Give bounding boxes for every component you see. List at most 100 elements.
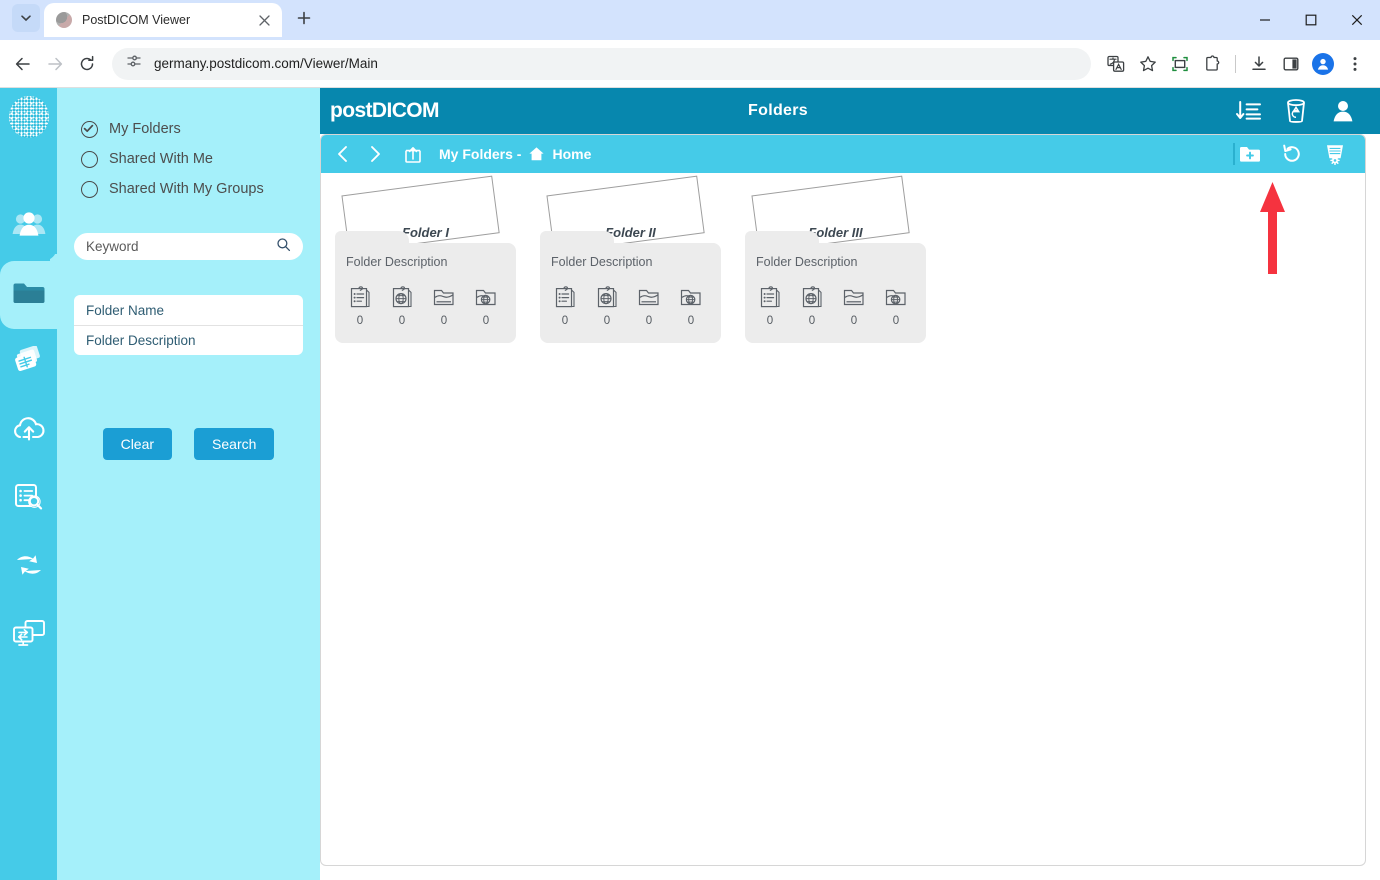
bookmark-star-icon[interactable]	[1133, 49, 1163, 79]
keyword-search-input[interactable]: Keyword	[74, 233, 303, 260]
recycle-bin-icon[interactable]	[1284, 98, 1308, 124]
clipboard-globe-icon	[391, 285, 413, 314]
count-studies[interactable]: 0	[798, 285, 826, 327]
count-value: 0	[645, 315, 653, 327]
folder-open-icon	[637, 285, 661, 314]
breadcrumb-root[interactable]: My Folders -	[439, 146, 521, 162]
header-action-icons	[1236, 98, 1380, 124]
translate-icon[interactable]	[1101, 49, 1131, 79]
radio-label: Shared With Me	[109, 151, 213, 167]
count-patients[interactable]: 0	[346, 285, 374, 327]
tab-strip: PostDICOM Viewer	[6, 0, 318, 40]
side-panel-icon[interactable]	[1276, 49, 1306, 79]
folder-description-input[interactable]: Folder Description	[74, 325, 303, 355]
count-value: 0	[766, 315, 774, 327]
site-settings-icon[interactable]	[126, 53, 142, 74]
browser-toolbar: germany.postdicom.com/Viewer/Main	[0, 40, 1380, 88]
user-account-icon[interactable]	[1330, 98, 1356, 124]
breadcrumb-current[interactable]: Home	[552, 146, 591, 162]
count-shared[interactable]: 0	[472, 285, 500, 327]
chevron-right-icon[interactable]	[367, 144, 383, 164]
count-series[interactable]: 0	[840, 285, 868, 327]
count-value: 0	[687, 315, 695, 327]
count-value: 0	[398, 315, 406, 327]
refresh-icon[interactable]	[1281, 143, 1303, 165]
search-button[interactable]: Search	[194, 428, 275, 460]
count-value: 0	[561, 315, 569, 327]
sidebar-item-worklist-search[interactable]	[0, 465, 57, 533]
folder-front: Folder Description 0 0 0 0	[745, 231, 926, 343]
list-settings-icon[interactable]	[1323, 143, 1347, 165]
address-bar[interactable]: germany.postdicom.com/Viewer/Main	[112, 47, 1091, 80]
minimize-button[interactable]	[1242, 0, 1288, 40]
left-icon-rail	[0, 88, 57, 880]
postdicom-logo-icon	[8, 95, 49, 138]
back-button[interactable]	[8, 49, 38, 79]
count-shared[interactable]: 0	[882, 285, 910, 327]
chevron-left-icon[interactable]	[335, 144, 351, 164]
folder-open-icon	[432, 285, 456, 314]
folder-name-input[interactable]: Folder Name	[74, 295, 303, 325]
sidebar-item-folders[interactable]	[0, 247, 57, 329]
close-tab-icon[interactable]	[254, 10, 274, 30]
browser-tab[interactable]: PostDICOM Viewer	[44, 3, 282, 37]
new-tab-button[interactable]	[290, 4, 318, 32]
sidebar-item-upload[interactable]	[0, 397, 57, 465]
upload-box-icon[interactable]	[403, 144, 423, 164]
folder-card[interactable]: Folder III Folder Description 0 0 0 0	[745, 175, 926, 343]
sidebar-item-studies[interactable]	[0, 329, 57, 397]
forward-button[interactable]	[40, 49, 70, 79]
count-shared[interactable]: 0	[677, 285, 705, 327]
folder-globe-icon	[474, 285, 498, 314]
download-icon[interactable]	[1244, 49, 1274, 79]
sort-list-icon[interactable]	[1236, 99, 1262, 123]
reload-button[interactable]	[72, 49, 102, 79]
sidebar-item-screen-share[interactable]	[0, 601, 57, 669]
toolbar-separator	[1233, 143, 1235, 165]
clipboard-list-icon	[349, 285, 371, 314]
address-bar-url: germany.postdicom.com/Viewer/Main	[154, 56, 378, 71]
count-value: 0	[603, 315, 611, 327]
clear-button[interactable]: Clear	[102, 428, 173, 460]
list-search-icon	[13, 482, 45, 517]
folder-card[interactable]: Folder I Folder Description 0 0 0 0	[335, 175, 516, 343]
count-studies[interactable]: 0	[388, 285, 416, 327]
screen-share-icon	[12, 618, 46, 653]
profile-icon[interactable]	[1308, 49, 1338, 79]
sidebar-item-transfer[interactable]	[0, 533, 57, 601]
folder-counts: 0 0 0 0	[551, 285, 705, 327]
folder-globe-icon	[679, 285, 703, 314]
count-value: 0	[850, 315, 858, 327]
maximize-button[interactable]	[1288, 0, 1334, 40]
clipboard-list-icon	[554, 285, 576, 314]
count-value: 0	[356, 315, 364, 327]
screen-capture-icon[interactable]	[1165, 49, 1195, 79]
radio-my-folders[interactable]: My Folders	[81, 114, 320, 144]
search-icon[interactable]	[276, 237, 291, 257]
folder-globe-icon	[884, 285, 908, 314]
radio-shared-with-my-groups[interactable]: Shared With My Groups	[81, 174, 320, 204]
count-patients[interactable]: 0	[756, 285, 784, 327]
radio-shared-with-me[interactable]: Shared With Me	[81, 144, 320, 174]
count-series[interactable]: 0	[430, 285, 458, 327]
cloud-upload-icon	[12, 415, 46, 448]
count-patients[interactable]: 0	[551, 285, 579, 327]
close-window-button[interactable]	[1334, 0, 1380, 40]
radio-checked-icon	[81, 120, 98, 138]
clipboard-globe-icon	[596, 285, 618, 314]
folder-front: Folder Description 0 0 0 0	[335, 231, 516, 343]
clipboard-globe-icon	[801, 285, 823, 314]
count-series[interactable]: 0	[635, 285, 663, 327]
chrome-menu-icon[interactable]	[1340, 49, 1370, 79]
breadcrumb: My Folders - Home	[439, 146, 591, 162]
radio-label: My Folders	[109, 121, 181, 137]
browser-title-bar: PostDICOM Viewer	[0, 0, 1380, 40]
folder-grid: Folder I Folder Description 0 0 0 0 Fold…	[321, 173, 1365, 865]
tab-search-button[interactable]	[12, 3, 40, 32]
extensions-icon[interactable]	[1197, 49, 1227, 79]
add-folder-button[interactable]	[1239, 144, 1261, 164]
folder-card[interactable]: Folder II Folder Description 0 0 0 0	[540, 175, 721, 343]
home-icon	[528, 146, 545, 162]
browser-window: PostDICOM Viewer germany.postdicom.com/V…	[0, 0, 1380, 880]
count-studies[interactable]: 0	[593, 285, 621, 327]
